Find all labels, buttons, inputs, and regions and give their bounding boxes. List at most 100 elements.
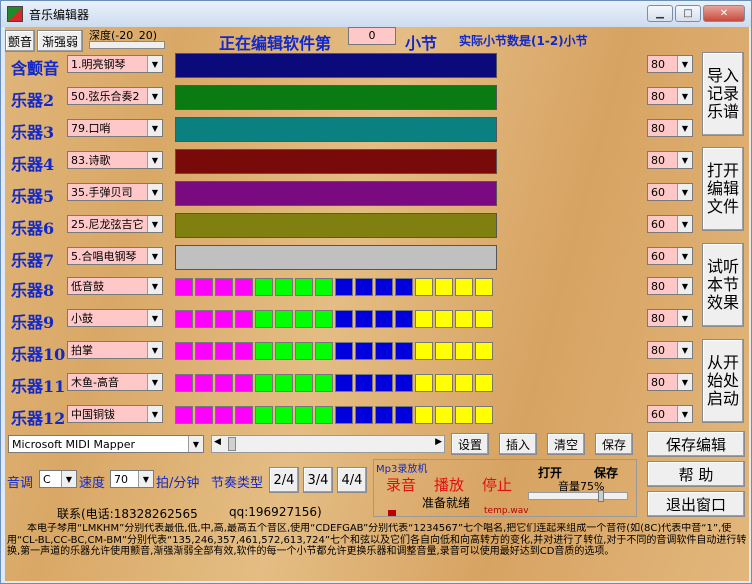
scroll-right-icon[interactable]: ▶ xyxy=(435,437,442,447)
beat-cell[interactable] xyxy=(275,406,293,424)
instrument-track-bar[interactable] xyxy=(175,53,497,78)
beat-cell[interactable] xyxy=(355,310,373,328)
beat-cell[interactable] xyxy=(295,310,313,328)
scroll-left-icon[interactable]: ◀ xyxy=(214,437,221,447)
beat-cell[interactable] xyxy=(335,278,353,296)
instrument-select[interactable]: 木鱼-高音 ▼ xyxy=(67,373,163,391)
preview-button[interactable]: 试听本节效果 xyxy=(702,243,744,327)
beat-cell[interactable] xyxy=(475,374,493,392)
beat-cell[interactable] xyxy=(415,278,433,296)
beat-cell[interactable] xyxy=(235,374,253,392)
beat-cell[interactable] xyxy=(195,342,213,360)
beat-cell[interactable] xyxy=(455,342,473,360)
instrument-select[interactable]: 25.尼龙弦吉它 ▼ xyxy=(67,215,163,233)
help-button[interactable]: 帮 助 xyxy=(647,461,745,487)
volume-select[interactable]: 80 ▼ xyxy=(647,341,693,359)
beat-cell[interactable] xyxy=(195,406,213,424)
volume-slider-thumb[interactable] xyxy=(598,490,604,502)
beat-cell[interactable] xyxy=(255,278,273,296)
beat-cell[interactable] xyxy=(255,342,273,360)
beat-cell[interactable] xyxy=(315,278,333,296)
volume-select[interactable]: 80 ▼ xyxy=(647,277,693,295)
volume-select[interactable]: 60 ▼ xyxy=(647,183,693,201)
tempo-select[interactable]: 70 ▼ xyxy=(110,470,154,488)
beat-cell[interactable] xyxy=(275,310,293,328)
beat-cell[interactable] xyxy=(415,310,433,328)
restart-button[interactable]: 从开始处启动 xyxy=(702,339,744,423)
instrument-select[interactable]: 拍掌 ▼ xyxy=(67,341,163,359)
beat-cell[interactable] xyxy=(215,374,233,392)
volume-select[interactable]: 80 ▼ xyxy=(647,373,693,391)
beat-cell[interactable] xyxy=(175,310,193,328)
beat-cell[interactable] xyxy=(295,374,313,392)
instrument-select[interactable]: 1.明亮钢琴 ▼ xyxy=(67,55,163,73)
beat-cell[interactable] xyxy=(235,278,253,296)
key-select[interactable]: C ▼ xyxy=(39,470,77,488)
volume-select[interactable]: 80 ▼ xyxy=(647,87,693,105)
beat-cell[interactable] xyxy=(435,374,453,392)
beat-cell[interactable] xyxy=(315,406,333,424)
beat-cell[interactable] xyxy=(295,342,313,360)
beat-cell[interactable] xyxy=(255,406,273,424)
volume-select[interactable]: 60 ▼ xyxy=(647,215,693,233)
beat-cell[interactable] xyxy=(335,406,353,424)
beat-cell[interactable] xyxy=(315,310,333,328)
beat-cell[interactable] xyxy=(375,278,393,296)
instrument-track-bar[interactable] xyxy=(175,117,497,142)
instrument-select[interactable]: 35.手弹贝司 ▼ xyxy=(67,183,163,201)
settings-button[interactable]: 设置 xyxy=(451,433,489,455)
instrument-track-bar[interactable] xyxy=(175,85,497,110)
beat-cell[interactable] xyxy=(195,374,213,392)
beat-cell[interactable] xyxy=(355,342,373,360)
depth-slider[interactable] xyxy=(89,41,165,49)
beat-cell[interactable] xyxy=(295,278,313,296)
volume-select[interactable]: 80 ▼ xyxy=(647,119,693,137)
instrument-select[interactable]: 50.弦乐合奏2 ▼ xyxy=(67,87,163,105)
open-file-button[interactable]: 打开编辑文件 xyxy=(702,147,744,231)
beat-cell[interactable] xyxy=(275,374,293,392)
beat-cell[interactable] xyxy=(255,374,273,392)
beat-cell[interactable] xyxy=(175,278,193,296)
beat-cell[interactable] xyxy=(355,406,373,424)
instrument-select[interactable]: 79.口哨 ▼ xyxy=(67,119,163,137)
beat-cell[interactable] xyxy=(375,310,393,328)
save-edit-button[interactable]: 保存编辑 xyxy=(647,431,745,457)
beat-cell[interactable] xyxy=(455,374,473,392)
beat-cell[interactable] xyxy=(455,406,473,424)
volume-select[interactable]: 80 ▼ xyxy=(647,151,693,169)
beat-cell[interactable] xyxy=(215,342,233,360)
volume-slider[interactable] xyxy=(528,490,628,502)
beat-cell[interactable] xyxy=(375,374,393,392)
beat-cell[interactable] xyxy=(395,278,413,296)
beat-cell[interactable] xyxy=(355,374,373,392)
beat-cell[interactable] xyxy=(235,310,253,328)
instrument-select[interactable]: 83.诗歌 ▼ xyxy=(67,151,163,169)
instrument-select[interactable]: 小鼓 ▼ xyxy=(67,309,163,327)
beat-cell[interactable] xyxy=(255,310,273,328)
beat-cell[interactable] xyxy=(215,406,233,424)
beat-cell[interactable] xyxy=(195,278,213,296)
maximize-button[interactable]: □ xyxy=(675,5,701,22)
beat-cell[interactable] xyxy=(435,278,453,296)
beat-cell[interactable] xyxy=(375,406,393,424)
beat-cell[interactable] xyxy=(435,406,453,424)
beat-cell[interactable] xyxy=(175,406,193,424)
beat-cell[interactable] xyxy=(355,278,373,296)
instrument-track-bar[interactable] xyxy=(175,181,497,206)
beat-cell[interactable] xyxy=(415,374,433,392)
beat-cell[interactable] xyxy=(375,342,393,360)
beat-cell[interactable] xyxy=(475,406,493,424)
beat-cell[interactable] xyxy=(395,310,413,328)
beat-cell[interactable] xyxy=(335,374,353,392)
instrument-track-bar[interactable] xyxy=(175,213,497,238)
beat-cell[interactable] xyxy=(395,406,413,424)
beat-cell[interactable] xyxy=(475,342,493,360)
play-button[interactable]: 播放 xyxy=(434,474,464,495)
instrument-select[interactable]: 低音鼓 ▼ xyxy=(67,277,163,295)
instrument-track-bar[interactable] xyxy=(175,149,497,174)
beat-cell[interactable] xyxy=(435,310,453,328)
beat-cell[interactable] xyxy=(335,310,353,328)
midi-device-select[interactable]: Microsoft MIDI Mapper ▼ xyxy=(8,435,204,453)
beat-cell[interactable] xyxy=(315,374,333,392)
beat-cell[interactable] xyxy=(215,310,233,328)
